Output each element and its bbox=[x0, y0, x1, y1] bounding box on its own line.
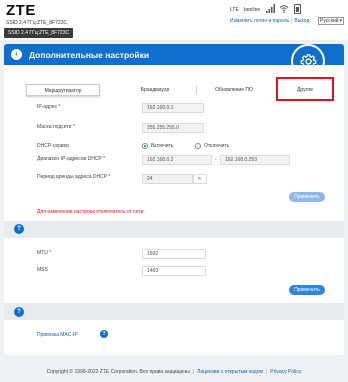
logout-link[interactable]: Выход bbox=[294, 18, 309, 24]
help-icon[interactable]: ? bbox=[100, 330, 108, 338]
mtu-label: MTU * bbox=[37, 250, 52, 256]
dhcp-start-input[interactable]: 192.168.0.2 bbox=[142, 155, 212, 165]
top-header: ZTE SSID 2.4 ГГц:ZTE_8F723C SSID 2.4 ГГц… bbox=[0, 0, 348, 40]
language-select[interactable]: Русский ▾ bbox=[318, 17, 344, 25]
dhcp-range-text: Диапазон IP-адресов DHCP bbox=[37, 156, 102, 162]
network-type: LTE bbox=[230, 7, 239, 13]
change-login-link[interactable]: Изменить логин и пароль bbox=[230, 18, 289, 24]
mss-label: MSS bbox=[37, 267, 48, 273]
ip-label: IP-адрес * bbox=[37, 104, 61, 110]
mac-ip-binding-link[interactable]: Привязка MAC-IP bbox=[37, 332, 78, 338]
wifi-icon bbox=[279, 5, 289, 13]
dhcp-label: DHCP-сервер bbox=[37, 143, 70, 149]
chevron-down-icon: ▾ bbox=[339, 18, 342, 24]
highlight-box bbox=[276, 77, 334, 101]
lease-unit: ч bbox=[193, 174, 207, 184]
apply-button-router[interactable]: Применить bbox=[289, 192, 325, 202]
help-icon[interactable]: ? bbox=[14, 307, 24, 317]
dhcp-on-radio[interactable] bbox=[142, 143, 148, 149]
dhcp-off-label: Отключить bbox=[204, 143, 230, 149]
license-link[interactable]: Лицензии с открытым кодом bbox=[197, 369, 263, 375]
tab-divider bbox=[196, 86, 197, 94]
back-arrow-icon[interactable]: ‹ bbox=[11, 49, 22, 60]
operator-name: beeline bbox=[244, 7, 261, 13]
lease-input[interactable]: 24 bbox=[142, 174, 193, 184]
footer-separator: | bbox=[265, 369, 268, 375]
tab-firewall[interactable]: Брандмауэр bbox=[117, 84, 193, 96]
mtu-label-text: MTU bbox=[37, 250, 48, 256]
signal-icon bbox=[266, 4, 275, 13]
dhcp-end-input[interactable]: 192.168.0.253 bbox=[220, 155, 290, 165]
header-links: Изменить логин и пароль | Выход bbox=[230, 18, 309, 24]
page-title: Дополнительные настройки bbox=[29, 50, 150, 60]
help-icon[interactable]: ? bbox=[14, 224, 24, 234]
dhcp-on-label: Включить bbox=[151, 143, 174, 149]
mask-label: Маска подсети * bbox=[37, 124, 75, 130]
apply-button-mtu[interactable]: Применить bbox=[289, 285, 325, 295]
link-separator: | bbox=[291, 18, 293, 24]
mask-input[interactable]: 255.255.255.0 bbox=[142, 123, 204, 133]
range-separator: - bbox=[215, 157, 217, 163]
dhcp-range-label: Диапазон IP-адресов DHCP * bbox=[37, 156, 106, 162]
mtu-input[interactable]: 1500 bbox=[142, 249, 206, 259]
copyright-text: Copyright © 1998-2022 ZTE Corporation. В… bbox=[46, 369, 190, 375]
lease-label-text: Период аренды адреса DHCP bbox=[37, 174, 107, 180]
footer: Copyright © 1998-2022 ZTE Corporation. В… bbox=[0, 369, 348, 375]
ip-input[interactable]: 192.168.0.1 bbox=[142, 103, 204, 113]
zte-logo: ZTE bbox=[6, 2, 36, 19]
mask-label-text: Маска подсети bbox=[37, 124, 72, 130]
mac-section-bar bbox=[4, 303, 344, 320]
warning-text: Для изменения настроек отключитесь от се… bbox=[37, 209, 145, 215]
footer-separator: | bbox=[192, 369, 195, 375]
mss-input[interactable]: 1460 bbox=[142, 266, 206, 276]
ssid-tooltip: SSID 2.4 ГГц:ZTE_8F723C bbox=[4, 28, 74, 38]
mtu-section-bar bbox=[4, 221, 344, 238]
ip-label-text: IP-адрес bbox=[37, 104, 58, 110]
battery-icon bbox=[294, 4, 301, 14]
ssid-line: SSID 2.4 ГГц:ZTE_8F723C bbox=[6, 20, 68, 26]
tab-update[interactable]: Обновление ПО bbox=[199, 84, 269, 96]
dhcp-off-radio[interactable] bbox=[195, 143, 201, 149]
tab-router[interactable]: Маршрутизатор bbox=[26, 84, 100, 96]
language-value: Русский bbox=[320, 18, 339, 24]
privacy-link[interactable]: Privacy Policy bbox=[270, 369, 301, 375]
lease-label: Период аренды адреса DHCP * bbox=[37, 174, 111, 180]
